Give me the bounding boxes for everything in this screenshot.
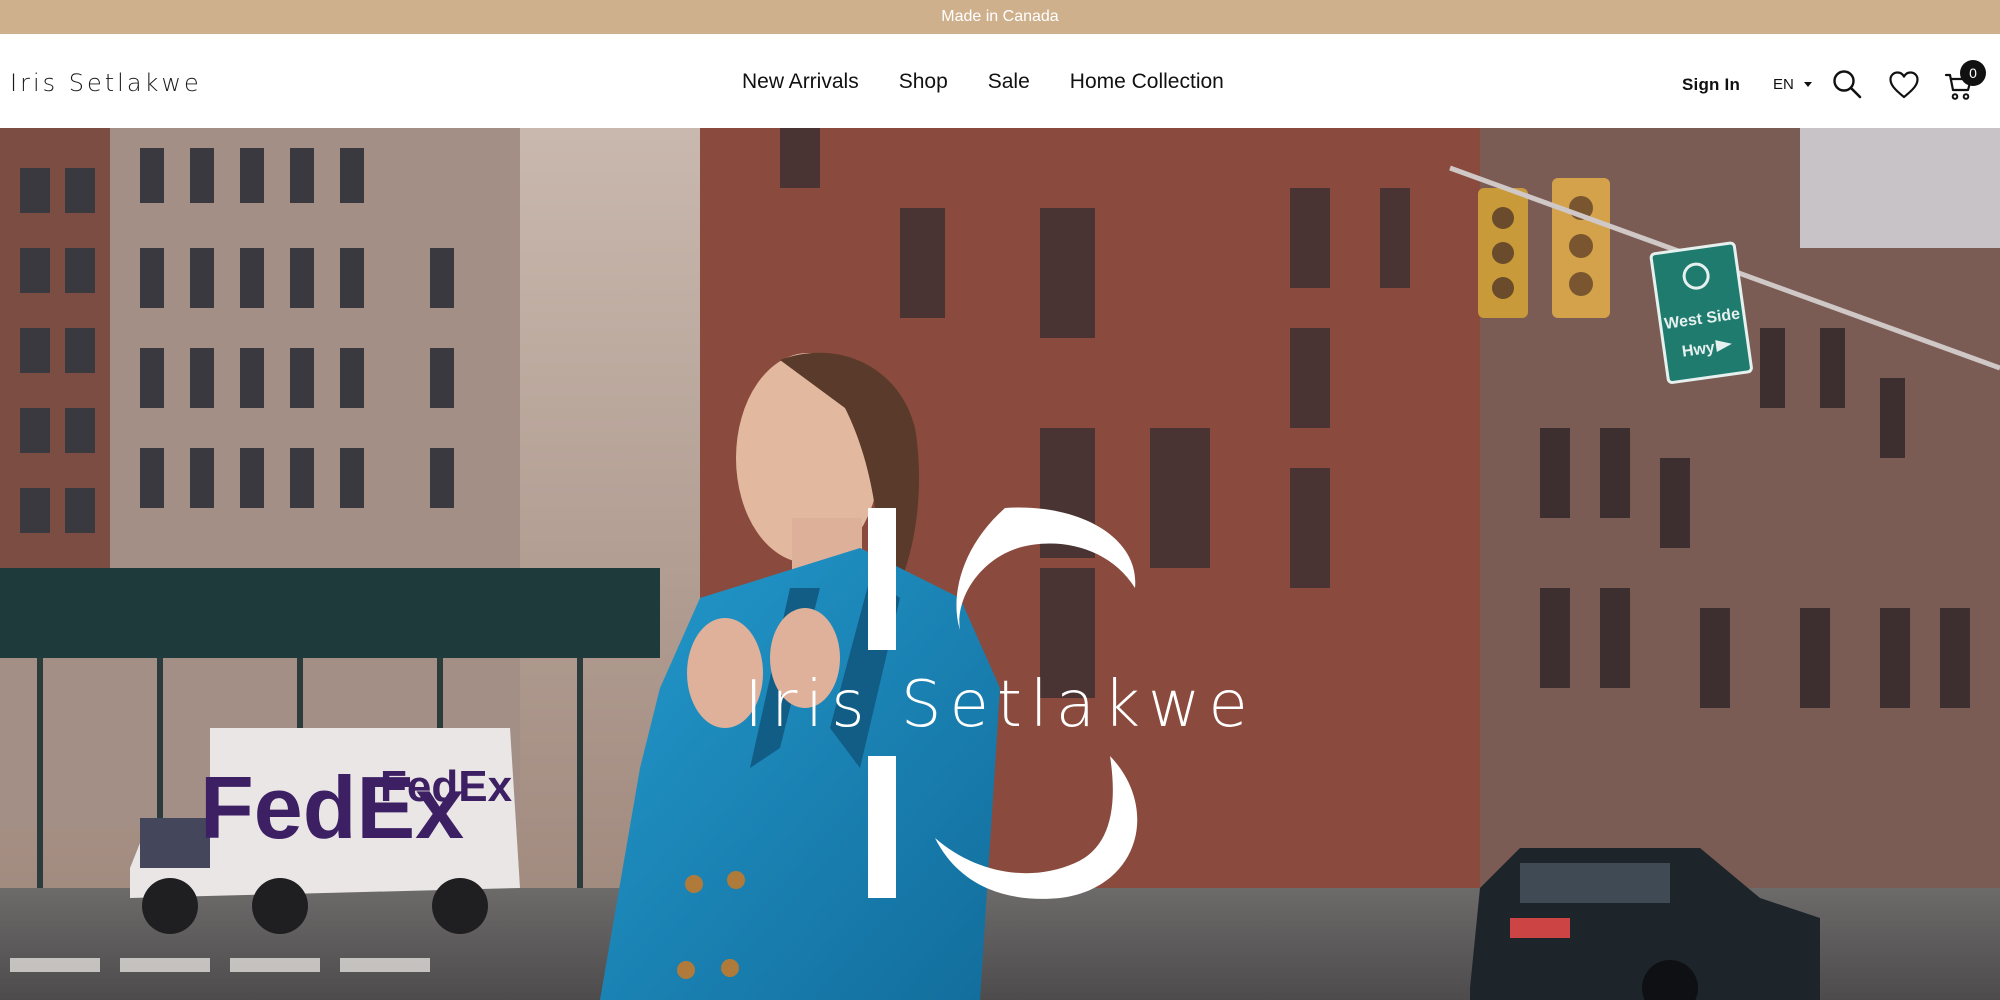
brand-logo[interactable]: Iris Setlakwe xyxy=(10,71,202,95)
hero-scene: West Side Hwy FedEx FedEx Iris Setlakwe xyxy=(0,128,2000,1000)
nav-item-sale[interactable]: Sale xyxy=(988,71,1030,92)
announcement-bar: Made in Canada xyxy=(0,0,2000,34)
nav-item-home-collection[interactable]: Home Collection xyxy=(1070,71,1224,92)
nav-item-new-arrivals[interactable]: New Arrivals xyxy=(742,71,859,92)
hero-banner[interactable]: West Side Hwy FedEx FedEx Iris Setlakwe xyxy=(0,128,2000,1000)
main-nav: New Arrivals Shop Sale Home Collection xyxy=(742,71,1224,92)
heart-icon[interactable] xyxy=(1889,71,1919,104)
nav-item-shop[interactable]: Shop xyxy=(899,71,948,92)
cart-count-badge: 0 xyxy=(1960,60,1986,86)
language-label: EN xyxy=(1773,76,1794,93)
chevron-down-icon xyxy=(1803,82,1812,87)
search-icon[interactable] xyxy=(1832,69,1862,104)
site-header: Iris Setlakwe New Arrivals Shop Sale Hom… xyxy=(0,34,2000,128)
hero-logo-text: Iris Setlakwe xyxy=(744,668,1256,742)
announcement-text: Made in Canada xyxy=(941,8,1059,25)
language-selector[interactable]: EN xyxy=(1773,76,1812,93)
van-logo-rear: FedEx xyxy=(380,762,513,811)
sign-in-link[interactable]: Sign In xyxy=(1682,75,1740,95)
